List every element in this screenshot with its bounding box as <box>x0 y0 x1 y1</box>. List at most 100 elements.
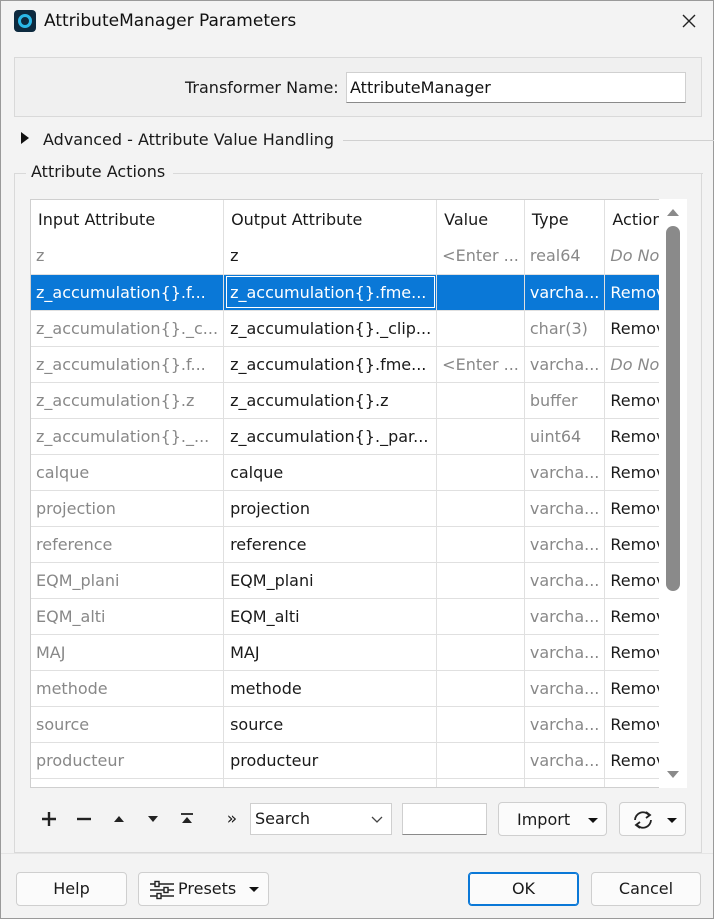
close-button[interactable] <box>669 3 709 39</box>
cell-output-attribute[interactable]: z_accumulation{}.fme... <box>223 274 438 311</box>
cell-type[interactable]: varcha... <box>524 562 606 599</box>
cell-output-attribute[interactable]: methode <box>223 670 438 707</box>
cell-type[interactable]: buffer <box>524 382 606 419</box>
table-row[interactable]: MAJ MAJ varcha... Remove <box>31 634 686 671</box>
cell-output-attribute[interactable]: z_accumulation{}.z <box>223 382 438 419</box>
cell-type[interactable]: real64 <box>524 238 606 275</box>
scrollbar-thumb[interactable] <box>666 226 680 591</box>
column-header-value[interactable]: Value <box>436 200 525 238</box>
cell-output-attribute[interactable]: z_accumulation{}._par... <box>223 418 438 455</box>
column-header-output-attribute[interactable]: Output Attribute <box>223 200 438 238</box>
cell-input-attribute[interactable]: EQM_plani <box>31 562 225 599</box>
table-row[interactable]: z_accumulation{}._c... z_accumulation{}._… <box>31 310 686 347</box>
cell-output-attribute[interactable]: reference <box>223 526 438 563</box>
cell-output-attribute[interactable]: z_accumulation{}.fme... <box>223 346 438 383</box>
cell-input-attribute[interactable]: z_accumulation{}.z <box>31 382 225 419</box>
cell-output-attribute[interactable]: z_accumulation{}._clip... <box>223 310 438 347</box>
cell-type[interactable]: varcha... <box>524 634 606 671</box>
remove-button[interactable] <box>69 801 99 837</box>
cell-output-attribute[interactable]: calque <box>223 454 438 491</box>
cell-output-attribute[interactable]: projection <box>223 490 438 527</box>
cell-input-attribute[interactable]: z_accumulation{}.f... <box>31 274 225 311</box>
column-header-input-attribute[interactable]: Input Attribute <box>31 200 225 238</box>
table-scrollbar[interactable] <box>659 199 687 788</box>
cell-input-attribute[interactable]: MAJ <box>31 634 225 671</box>
cell-output-attribute[interactable]: source <box>223 706 438 743</box>
cell-input-attribute[interactable]: z_accumulation{}._c... <box>31 310 225 347</box>
cell-type[interactable]: char(3) <box>524 310 606 347</box>
table-row[interactable]: EQM_alti EQM_alti varcha... Remove <box>31 598 686 635</box>
table-row[interactable]: calque calque varcha... Remove <box>31 454 686 491</box>
presets-button[interactable]: Presets <box>138 872 269 906</box>
table-row[interactable]: z z <Enter ... real64 Do Noth... <box>31 238 686 275</box>
cell-type[interactable]: varcha... <box>524 490 606 527</box>
cell-type[interactable]: varcha... <box>524 454 606 491</box>
cell-input-attribute[interactable]: z <box>31 238 225 275</box>
cell-output-attribute[interactable]: EQM_plani <box>223 562 438 599</box>
advanced-section-toggle[interactable]: Advanced - Attribute Value Handling <box>21 129 714 151</box>
scroll-up-icon[interactable] <box>667 209 679 216</box>
cell-input-attribute[interactable]: calque <box>31 454 225 491</box>
cell-input-attribute[interactable]: producteur <box>31 742 225 779</box>
search-dropdown[interactable]: Search <box>250 803 392 835</box>
cell-value[interactable] <box>436 310 525 347</box>
cell-value[interactable]: <Ent... <box>436 778 525 787</box>
move-top-button[interactable] <box>172 801 202 837</box>
cell-value[interactable] <box>436 490 525 527</box>
cell-output-attribute[interactable]: MAJ <box>223 634 438 671</box>
cell-value[interactable]: <Enter ... <box>436 346 525 383</box>
cell-output-attribute[interactable]: EQM_alti <box>223 598 438 635</box>
move-up-button[interactable] <box>104 801 134 837</box>
cell-type[interactable]: varcha... <box>524 706 606 743</box>
table-row[interactable]: reference reference varcha... Remove <box>31 526 686 563</box>
table-row[interactable]: coeff...coeff...<Ent...real...Set Def... <box>31 778 686 787</box>
cell-type[interactable]: uint64 <box>524 418 606 455</box>
cell-type[interactable]: varcha... <box>524 670 606 707</box>
table-row[interactable]: projection projection varcha... Remove <box>31 490 686 527</box>
transformer-name-input[interactable] <box>346 72 686 103</box>
column-header-type[interactable]: Type <box>524 200 606 238</box>
add-button[interactable] <box>34 801 64 837</box>
cell-type[interactable]: varcha... <box>524 346 606 383</box>
cell-value[interactable] <box>436 742 525 779</box>
cell-value[interactable] <box>436 670 525 707</box>
cell-value[interactable] <box>436 418 525 455</box>
scroll-down-icon[interactable] <box>667 771 679 778</box>
cell-type[interactable]: varcha... <box>524 598 606 635</box>
cell-output-attribute[interactable]: producteur <box>223 742 438 779</box>
cell-value[interactable]: <Enter ... <box>436 238 525 275</box>
cell-input-attribute[interactable]: projection <box>31 490 225 527</box>
cell-output-attribute[interactable]: coeff... <box>223 778 438 787</box>
table-row[interactable]: EQM_plani EQM_plani varcha... Remove <box>31 562 686 599</box>
cell-input-attribute[interactable]: methode <box>31 670 225 707</box>
cell-input-attribute[interactable]: EQM_alti <box>31 598 225 635</box>
cell-input-attribute[interactable]: coeff... <box>31 778 225 787</box>
cell-value[interactable] <box>436 454 525 491</box>
cell-output-attribute[interactable]: z <box>223 238 438 275</box>
help-button[interactable]: Help <box>16 872 127 906</box>
table-row[interactable]: z_accumulation{}.f... z_accumulation{}.fm… <box>31 346 686 383</box>
import-button[interactable]: Import <box>498 802 607 836</box>
cell-value[interactable] <box>436 274 525 311</box>
cell-value[interactable] <box>436 634 525 671</box>
search-input[interactable] <box>402 803 487 835</box>
table-row[interactable]: z_accumulation{}.f... z_accumulation{}.fm… <box>31 274 686 311</box>
move-down-button[interactable] <box>138 801 168 837</box>
cell-type[interactable]: varcha... <box>524 526 606 563</box>
cell-input-attribute[interactable]: z_accumulation{}._... <box>31 418 225 455</box>
cell-value[interactable] <box>436 526 525 563</box>
table-row[interactable]: z_accumulation{}.z z_accumulation{}.z buff… <box>31 382 686 419</box>
more-button[interactable]: » <box>217 801 247 837</box>
table-row[interactable]: z_accumulation{}._... z_accumulation{}._p… <box>31 418 686 455</box>
table-row[interactable]: methode methode varcha... Remove <box>31 670 686 707</box>
ok-button[interactable]: OK <box>468 872 579 906</box>
table-row[interactable]: source source varcha... Remove <box>31 706 686 743</box>
cell-input-attribute[interactable]: reference <box>31 526 225 563</box>
cell-type[interactable]: varcha... <box>524 742 606 779</box>
cell-value[interactable] <box>436 706 525 743</box>
cell-type[interactable]: real... <box>524 778 606 787</box>
cancel-button[interactable]: Cancel <box>591 872 701 906</box>
cell-input-attribute[interactable]: source <box>31 706 225 743</box>
cell-value[interactable] <box>436 382 525 419</box>
table-row[interactable]: producteur producteur varcha... Remove <box>31 742 686 779</box>
